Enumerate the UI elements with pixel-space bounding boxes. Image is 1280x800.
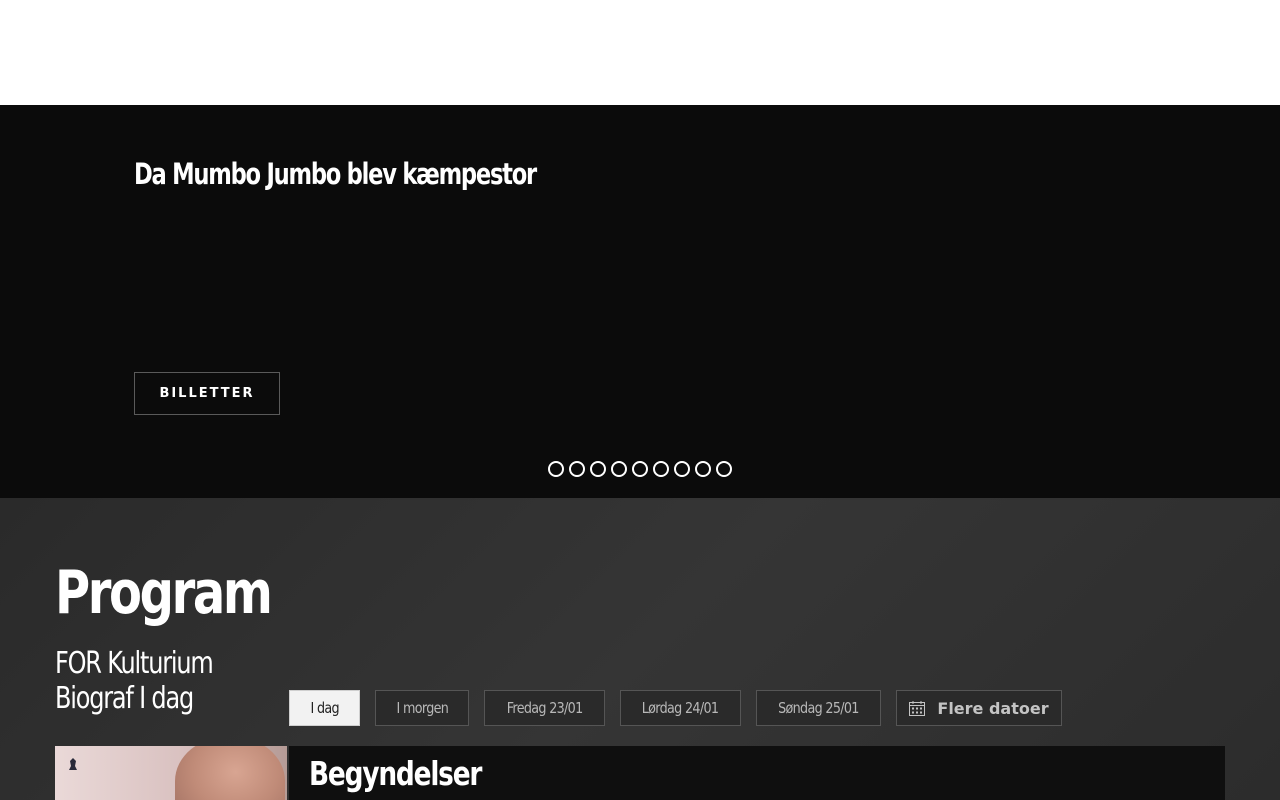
- hero-carousel: Da Mumbo Jumbo blev kæmpestor BILLETTER: [0, 105, 1280, 498]
- carousel-dot-4[interactable]: [611, 461, 627, 477]
- calendar-icon: [909, 700, 926, 716]
- tickets-button[interactable]: BILLETTER: [134, 372, 280, 415]
- tab-today-label: I dag: [310, 699, 339, 717]
- program-subtitle-venue: FOR Kulturium: [55, 646, 214, 681]
- tab-saturday[interactable]: Lørdag 24/01: [620, 690, 741, 726]
- program-title: Program: [55, 558, 273, 628]
- tab-tomorrow[interactable]: I morgen: [375, 690, 469, 726]
- tab-sunday[interactable]: Søndag 25/01: [756, 690, 881, 726]
- carousel-dots: [548, 461, 732, 477]
- poster-figure: [175, 746, 285, 800]
- carousel-dot-3[interactable]: [590, 461, 606, 477]
- carousel-dot-6[interactable]: [653, 461, 669, 477]
- program-subtitle-day: Biograf I dag: [55, 681, 194, 716]
- carousel-dot-5[interactable]: [632, 461, 648, 477]
- tab-sunday-label: Søndag 25/01: [778, 699, 859, 717]
- tab-tomorrow-label: I morgen: [396, 699, 448, 717]
- movie-title[interactable]: Begyndelser: [309, 754, 482, 793]
- carousel-dot-7[interactable]: [674, 461, 690, 477]
- more-dates-button[interactable]: Flere datoer: [896, 690, 1062, 726]
- hero-title: Da Mumbo Jumbo blev kæmpestor: [134, 157, 537, 191]
- carousel-dot-9[interactable]: [716, 461, 732, 477]
- carousel-dot-1[interactable]: [548, 461, 564, 477]
- program-section: Program FOR Kulturium Biograf I dag I da…: [0, 498, 1280, 800]
- carousel-dot-2[interactable]: [569, 461, 585, 477]
- movie-poster[interactable]: [55, 746, 287, 800]
- carousel-dot-8[interactable]: [695, 461, 711, 477]
- tab-saturday-label: Lørdag 24/01: [642, 699, 719, 717]
- program-subtitle: FOR Kulturium Biograf I dag: [55, 646, 214, 716]
- top-header: [0, 0, 1280, 105]
- movie-card[interactable]: Begyndelser: [55, 746, 1225, 800]
- tab-today[interactable]: I dag: [289, 690, 360, 726]
- more-dates-label: Flere datoer: [937, 698, 1049, 718]
- movie-info: Begyndelser: [289, 746, 1225, 800]
- tab-friday-label: Fredag 23/01: [506, 699, 584, 717]
- festival-logo-icon: [69, 758, 77, 770]
- tab-friday[interactable]: Fredag 23/01: [484, 690, 605, 726]
